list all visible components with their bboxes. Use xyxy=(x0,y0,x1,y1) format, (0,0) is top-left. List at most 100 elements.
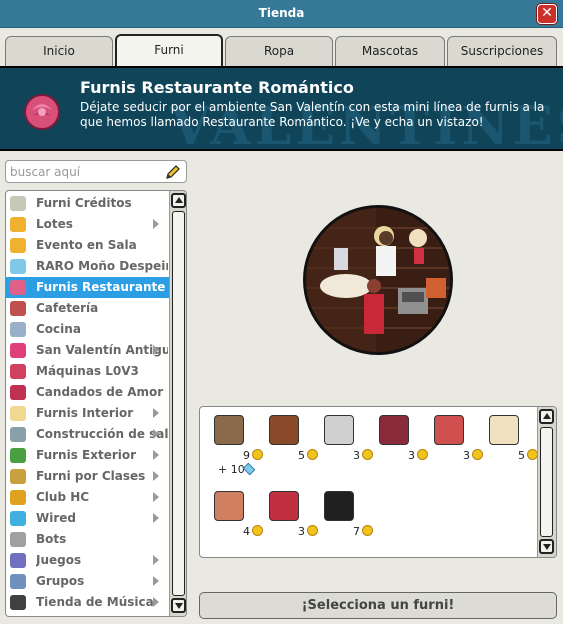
category-item[interactable]: Lotes xyxy=(6,214,170,235)
category-item[interactable]: Bots xyxy=(6,529,170,550)
product-item[interactable]: 5 xyxy=(481,411,539,467)
kitchen-icon xyxy=(10,322,26,337)
products-scrollbar[interactable] xyxy=(537,407,556,557)
category-scrollbar[interactable] xyxy=(169,191,186,616)
category-item[interactable]: Candados de Amor xyxy=(6,382,170,403)
category-item[interactable]: Furni por Clases xyxy=(6,466,170,487)
heart-icon xyxy=(10,343,26,358)
groups-icon xyxy=(10,574,26,589)
chevron-right-icon xyxy=(153,597,159,607)
category-label: Wired xyxy=(36,511,76,525)
tab-suscripciones[interactable]: Suscripciones xyxy=(447,36,557,66)
lotes-icon xyxy=(10,217,26,232)
search-input[interactable] xyxy=(10,163,160,180)
arrow-down-icon xyxy=(543,544,551,550)
scroll-down-button[interactable] xyxy=(171,598,186,613)
tab-mascotas[interactable]: Mascotas xyxy=(335,36,445,66)
games-icon xyxy=(10,553,26,568)
music-icon xyxy=(10,595,26,610)
hc-icon xyxy=(10,490,26,505)
window-titlebar: Tienda ✕ xyxy=(0,0,563,28)
category-label: Lotes xyxy=(36,217,73,231)
product-price: 7 xyxy=(353,525,360,538)
product-item[interactable]: 9 + 10 xyxy=(206,411,264,476)
scroll-thumb[interactable] xyxy=(172,211,185,596)
product-item[interactable]: 3 xyxy=(426,411,484,467)
category-label: Evento en Sala xyxy=(36,238,137,252)
scroll-up-button[interactable] xyxy=(539,409,554,424)
close-button[interactable]: ✕ xyxy=(537,4,557,24)
category-label: Furni por Clases xyxy=(36,469,146,483)
product-price: 3 xyxy=(298,525,305,538)
product-price: 3 xyxy=(463,449,470,462)
category-label: Candados de Amor xyxy=(36,385,164,399)
scroll-up-button[interactable] xyxy=(171,193,186,208)
product-item[interactable]: 4 xyxy=(206,487,264,543)
product-price: 5 xyxy=(518,449,525,462)
category-item[interactable]: Cocina xyxy=(6,319,170,340)
product-item[interactable]: 7 xyxy=(316,487,374,543)
search-box xyxy=(5,160,187,183)
rose-icon xyxy=(24,94,60,130)
ice-bucket-icon xyxy=(324,415,354,445)
product-item[interactable]: 5 xyxy=(261,411,319,467)
tab-inicio[interactable]: Inicio xyxy=(5,36,113,66)
product-price: 3 xyxy=(353,449,360,462)
chevron-right-icon xyxy=(153,492,159,502)
product-price: 5 xyxy=(298,449,305,462)
tab-furni[interactable]: Furni xyxy=(115,34,223,66)
credit-coin-icon xyxy=(362,525,373,536)
category-item[interactable]: Furnis Restaurante Romántico xyxy=(6,277,170,298)
scroll-down-button[interactable] xyxy=(539,539,554,554)
category-label: Construcción de salas xyxy=(36,427,168,441)
category-item[interactable]: RARO Moño Despeinado xyxy=(6,256,170,277)
stool-icon xyxy=(324,491,354,521)
category-label: Furnis Interior xyxy=(36,406,134,420)
scroll-thumb[interactable] xyxy=(540,427,553,537)
room-preview xyxy=(303,205,453,355)
category-item[interactable]: Evento en Sala xyxy=(6,235,170,256)
select-furni-button[interactable]: ¡Selecciona un furni! xyxy=(199,592,557,619)
build-icon xyxy=(10,427,26,442)
cafe-icon xyxy=(10,301,26,316)
category-label: Furnis Restaurante Romántico xyxy=(36,280,168,294)
category-item[interactable]: Grupos xyxy=(6,571,170,592)
round-table-icon xyxy=(489,415,519,445)
plant-icon xyxy=(10,448,26,463)
product-item[interactable]: 3 xyxy=(371,411,429,467)
category-label: Bots xyxy=(36,532,67,546)
category-item[interactable]: Club HC xyxy=(6,487,170,508)
pencil-icon[interactable] xyxy=(164,163,182,181)
chevron-right-icon xyxy=(153,513,159,523)
category-item[interactable]: Wired xyxy=(6,508,170,529)
tab-ropa[interactable]: Ropa xyxy=(225,36,333,66)
chair-icon xyxy=(379,415,409,445)
category-label: Club HC xyxy=(36,490,90,504)
product-grid: 9 + 10 5 3 3 3 5 4 3 7 xyxy=(199,406,557,558)
chevron-right-icon xyxy=(153,408,159,418)
heart-cake-icon xyxy=(434,415,464,445)
category-item[interactable]: Máquinas L0V3 xyxy=(6,361,170,382)
category-item[interactable]: Furni Créditos xyxy=(6,193,170,214)
product-price: 9 xyxy=(243,449,250,462)
product-item[interactable]: 3 xyxy=(261,487,319,543)
mask-icon xyxy=(10,364,26,379)
category-item[interactable]: Construcción de salas xyxy=(6,424,170,445)
category-label: Tienda de Música xyxy=(36,595,154,609)
category-item[interactable]: Tienda de Música xyxy=(6,592,170,613)
category-list: Furni Créditos Lotes Evento en Sala RARO Mo… xyxy=(5,190,187,617)
product-extra-price: + 10 xyxy=(218,463,245,476)
product-price: 3 xyxy=(408,449,415,462)
category-label: Furni Créditos xyxy=(36,196,132,210)
product-item[interactable]: 3 xyxy=(316,411,374,467)
category-item[interactable]: Furnis Exterior xyxy=(6,445,170,466)
category-item[interactable]: Juegos xyxy=(6,550,170,571)
tab-bar: Inicio Furni Ropa Mascotas Suscripciones xyxy=(0,28,563,66)
chevron-right-icon xyxy=(153,576,159,586)
rose-icon xyxy=(10,280,26,295)
category-label: RARO Moño Despeinado xyxy=(36,259,168,273)
category-item[interactable]: Furnis Interior xyxy=(6,403,170,424)
category-item[interactable]: San Valentín Antiguo xyxy=(6,340,170,361)
category-item[interactable]: Cafetería xyxy=(6,298,170,319)
rare-icon xyxy=(10,259,26,274)
